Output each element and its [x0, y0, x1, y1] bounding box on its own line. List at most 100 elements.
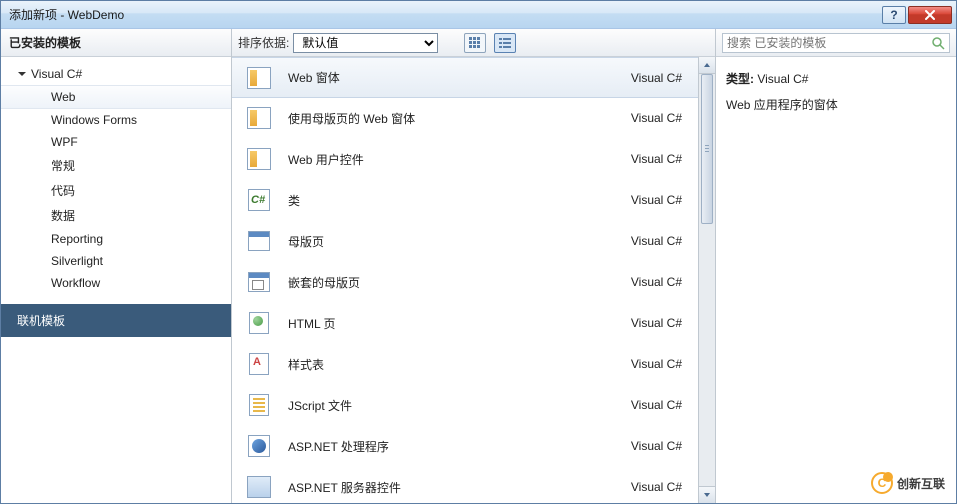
template-item[interactable]: Web 窗体Visual C#	[232, 57, 698, 98]
template-icon	[246, 310, 272, 336]
right-panel: 类型: Visual C# Web 应用程序的窗体	[716, 29, 956, 503]
details-description: Web 应用程序的窗体	[726, 95, 946, 115]
template-icon	[246, 351, 272, 377]
dialog-body: 已安装的模板 Visual C# Web Windows Forms WPF 常…	[1, 29, 956, 503]
type-label: 类型:	[726, 72, 754, 86]
window-title: 添加新项 - WebDemo	[9, 6, 880, 23]
template-name: Web 窗体	[288, 69, 631, 86]
left-panel: 已安装的模板 Visual C# Web Windows Forms WPF 常…	[1, 29, 232, 503]
tree-item-code[interactable]: 代码	[1, 178, 231, 203]
template-icon	[246, 392, 272, 418]
type-value: Visual C#	[757, 72, 808, 86]
template-item[interactable]: ASP.NET 处理程序Visual C#	[232, 426, 698, 467]
titlebar: 添加新项 - WebDemo ?	[1, 1, 956, 29]
sort-select[interactable]: 默认值	[293, 33, 438, 53]
search-icon	[931, 36, 945, 50]
details-type-row: 类型: Visual C#	[726, 69, 946, 89]
template-item[interactable]: 类Visual C#	[232, 180, 698, 221]
template-item[interactable]: ASP.NET 服务器控件Visual C#	[232, 467, 698, 503]
help-icon: ?	[890, 8, 897, 22]
template-list-container: Web 窗体Visual C#使用母版页的 Web 窗体Visual C#Web…	[232, 57, 715, 503]
tree-item-data[interactable]: 数据	[1, 203, 231, 228]
template-icon	[246, 433, 272, 459]
template-icon	[246, 187, 272, 213]
tree-item-label: Silverlight	[51, 254, 103, 268]
template-item[interactable]: 嵌套的母版页Visual C#	[232, 262, 698, 303]
template-tree: Visual C# Web Windows Forms WPF 常规 代码 数据…	[1, 57, 231, 503]
online-templates-label: 联机模板	[17, 314, 65, 328]
template-item[interactable]: HTML 页Visual C#	[232, 303, 698, 344]
scroll-down-button[interactable]	[699, 486, 715, 503]
template-item[interactable]: Web 用户控件Visual C#	[232, 139, 698, 180]
template-icon	[246, 65, 272, 91]
tree-item-workflow[interactable]: Workflow	[1, 272, 231, 294]
dialog-window: 添加新项 - WebDemo ? 已安装的模板 Visual C# Web Wi…	[0, 0, 957, 504]
template-language: Visual C#	[631, 439, 682, 453]
template-language: Visual C#	[631, 152, 682, 166]
installed-templates-header: 已安装的模板	[1, 29, 231, 57]
collapse-icon	[17, 69, 27, 79]
tree-item-label: Windows Forms	[51, 113, 137, 127]
tree-item-winforms[interactable]: Windows Forms	[1, 109, 231, 131]
template-name: 样式表	[288, 356, 631, 373]
chevron-down-icon	[703, 491, 711, 499]
template-item[interactable]: 样式表Visual C#	[232, 344, 698, 385]
search-box	[716, 29, 956, 57]
search-input[interactable]	[727, 36, 931, 50]
template-language: Visual C#	[631, 71, 682, 85]
view-small-icons-button[interactable]	[464, 33, 486, 53]
middle-toolbar: 排序依据: 默认值	[232, 29, 715, 57]
template-icon	[246, 146, 272, 172]
close-button[interactable]	[908, 6, 952, 24]
tree-item-label: 代码	[51, 184, 75, 198]
template-name: 使用母版页的 Web 窗体	[288, 110, 631, 127]
view-details-button[interactable]	[494, 33, 516, 53]
template-name: 类	[288, 192, 631, 209]
template-item[interactable]: 使用母版页的 Web 窗体Visual C#	[232, 98, 698, 139]
scrollbar[interactable]	[698, 57, 715, 503]
tree-item-silverlight[interactable]: Silverlight	[1, 250, 231, 272]
template-icon	[246, 105, 272, 131]
scroll-up-button[interactable]	[699, 57, 715, 74]
template-name: ASP.NET 服务器控件	[288, 479, 631, 496]
online-templates[interactable]: 联机模板	[1, 304, 231, 337]
tree-root-visual-csharp[interactable]: Visual C#	[1, 63, 231, 85]
template-language: Visual C#	[631, 275, 682, 289]
template-name: 嵌套的母版页	[288, 274, 631, 291]
template-icon	[246, 228, 272, 254]
tree-item-wpf[interactable]: WPF	[1, 131, 231, 153]
tree-item-label: 常规	[51, 159, 75, 173]
template-language: Visual C#	[631, 480, 682, 494]
template-icon	[246, 474, 272, 500]
template-language: Visual C#	[631, 316, 682, 330]
sort-label: 排序依据:	[238, 34, 289, 51]
tree-item-label: Web	[51, 90, 75, 104]
template-icon	[246, 269, 272, 295]
template-item[interactable]: 母版页Visual C#	[232, 221, 698, 262]
template-list: Web 窗体Visual C#使用母版页的 Web 窗体Visual C#Web…	[232, 57, 698, 503]
tree-item-web[interactable]: Web	[1, 85, 231, 109]
template-language: Visual C#	[631, 193, 682, 207]
help-button[interactable]: ?	[882, 6, 906, 24]
list-icon	[499, 37, 511, 49]
template-language: Visual C#	[631, 111, 682, 125]
template-name: HTML 页	[288, 315, 631, 332]
tree-item-label: WPF	[51, 135, 78, 149]
tree-item-label: 数据	[51, 209, 75, 223]
template-name: ASP.NET 处理程序	[288, 438, 631, 455]
grid-small-icon	[469, 37, 481, 49]
tree-root-label: Visual C#	[31, 67, 82, 81]
template-name: JScript 文件	[288, 397, 631, 414]
template-language: Visual C#	[631, 357, 682, 371]
scroll-thumb[interactable]	[701, 74, 713, 224]
chevron-up-icon	[703, 61, 711, 69]
template-language: Visual C#	[631, 234, 682, 248]
search-field-wrapper[interactable]	[722, 33, 950, 53]
middle-panel: 排序依据: 默认值 Web 窗体Visual C#使用母版页的 Web 窗体Vi…	[232, 29, 716, 503]
template-name: 母版页	[288, 233, 631, 250]
template-item[interactable]: JScript 文件Visual C#	[232, 385, 698, 426]
tree-item-label: Workflow	[51, 276, 100, 290]
tree-item-label: Reporting	[51, 232, 103, 246]
tree-item-reporting[interactable]: Reporting	[1, 228, 231, 250]
tree-item-general[interactable]: 常规	[1, 153, 231, 178]
